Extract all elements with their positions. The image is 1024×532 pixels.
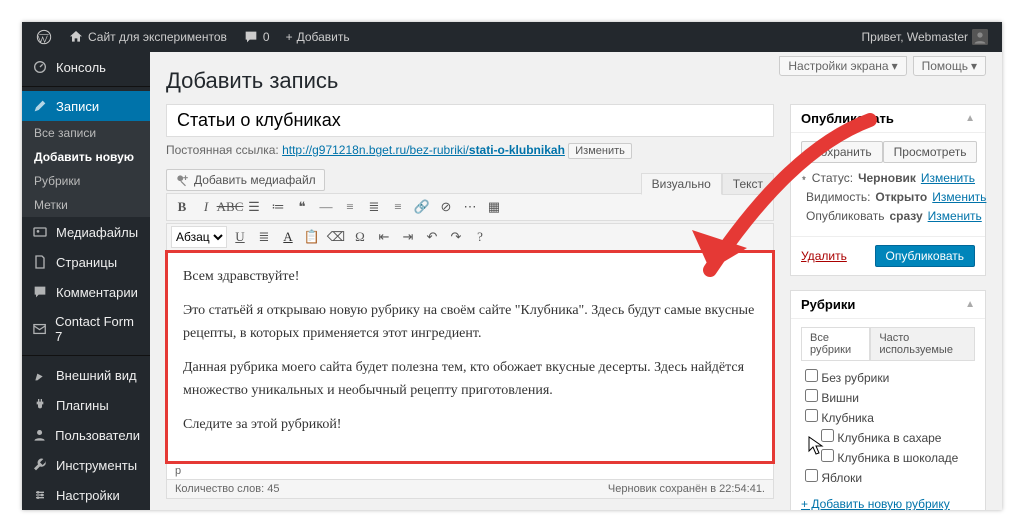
publish-button[interactable]: Опубликовать	[875, 245, 975, 267]
bold-button[interactable]: B	[171, 196, 193, 218]
align-left-button[interactable]: ≡	[339, 196, 361, 218]
help-button[interactable]: ?	[469, 226, 491, 248]
tab-visual[interactable]: Визуально	[641, 173, 722, 195]
more-button[interactable]: ⋯	[459, 196, 481, 218]
menu-posts[interactable]: Записи	[22, 91, 150, 121]
menu-contact-form[interactable]: Contact Form 7	[22, 307, 150, 351]
publish-box: Опубликовать▲ Сохранить Просмотреть Стат…	[790, 104, 986, 276]
permalink-link[interactable]: http://g971218n.bget.ru/bez-rubriki/stat…	[282, 143, 565, 157]
strike-button[interactable]: ABC	[219, 196, 241, 218]
menu-pages[interactable]: Страницы	[22, 247, 150, 277]
visibility-line: Видимость: Открыто Изменить	[801, 190, 975, 204]
cat-uncategorized[interactable]: Без рубрики	[805, 367, 971, 387]
underline-button[interactable]: U	[229, 226, 251, 248]
link-button[interactable]: 🔗	[411, 196, 433, 218]
admin-sidebar: Консоль Записи Все записи Добавить новую…	[22, 52, 150, 510]
menu-console[interactable]: Консоль	[22, 52, 150, 82]
text-color-button[interactable]: A	[277, 226, 299, 248]
help-toggle[interactable]: Помощь ▾	[913, 56, 986, 76]
post-content-editor[interactable]: Всем здравствуйте! Это статьёй я открыва…	[166, 251, 774, 463]
menu-plugins[interactable]: Плагины	[22, 390, 150, 420]
unlink-button[interactable]: ⊘	[435, 196, 457, 218]
publish-box-header[interactable]: Опубликовать▲	[791, 105, 985, 133]
categories-box: Рубрики▲ Все рубрики Часто используемые …	[790, 290, 986, 510]
add-media-button[interactable]: Добавить медиафайл	[166, 169, 325, 191]
edit-slug-button[interactable]: Изменить	[568, 143, 632, 159]
screen-options-toggle[interactable]: Настройки экрана ▾	[779, 56, 906, 76]
site-link[interactable]: Сайт для экспериментов	[62, 29, 233, 45]
italic-button[interactable]: I	[195, 196, 217, 218]
cursor-icon	[808, 436, 824, 456]
quote-button[interactable]: ❝	[291, 196, 313, 218]
align-center-button[interactable]: ≣	[363, 196, 385, 218]
outdent-button[interactable]: ⇤	[373, 226, 395, 248]
status-line: Статус: Черновик Изменить	[801, 171, 975, 185]
admin-toolbar: Сайт для экспериментов 0 + Добавить Прив…	[22, 22, 1002, 52]
editor-status: Количество слов: 45 Черновик сохранён в …	[166, 480, 774, 499]
special-char-button[interactable]: Ω	[349, 226, 371, 248]
paste-text-button[interactable]: 📋	[301, 226, 323, 248]
greeting[interactable]: Привет, Webmaster	[856, 29, 994, 45]
submenu-tags[interactable]: Метки	[22, 193, 150, 217]
tab-text[interactable]: Текст	[722, 173, 774, 195]
editor-toolbar-1: B I ABC ☰ ≔ ❝ — ≡ ≣ ≡ 🔗 ⊘ ⋯	[166, 193, 774, 221]
format-select[interactable]: Абзац	[171, 226, 227, 248]
align-right-button[interactable]: ≡	[387, 196, 409, 218]
cat-strawberry-chocolate[interactable]: Клубника в шоколаде	[821, 447, 971, 467]
submenu-add-post[interactable]: Добавить новую	[22, 145, 150, 169]
undo-button[interactable]: ↶	[421, 226, 443, 248]
save-draft-button[interactable]: Сохранить	[801, 141, 883, 163]
add-new-link[interactable]: + Добавить	[280, 30, 356, 44]
toolbar-toggle-button[interactable]: ▦	[483, 196, 505, 218]
comments-link[interactable]: 0	[237, 29, 276, 45]
menu-comments[interactable]: Комментарии	[22, 277, 150, 307]
categories-box-header[interactable]: Рубрики▲	[791, 291, 985, 319]
cat-cherries[interactable]: Вишни	[805, 387, 971, 407]
edit-visibility-link[interactable]: Изменить	[932, 190, 986, 204]
cat-strawberry[interactable]: Клубника	[805, 407, 971, 427]
delete-link[interactable]: Удалить	[801, 249, 847, 263]
bullet-list-button[interactable]: ☰	[243, 196, 265, 218]
menu-settings[interactable]: Настройки	[22, 480, 150, 510]
menu-users[interactable]: Пользователи	[22, 420, 150, 450]
menu-media[interactable]: Медиафайлы	[22, 217, 150, 247]
redo-button[interactable]: ↷	[445, 226, 467, 248]
numbered-list-button[interactable]: ≔	[267, 196, 289, 218]
editor-toolbar-2: Абзац U ≣ A 📋 ⌫ Ω ⇤ ⇥ ↶ ↷ ?	[166, 223, 774, 251]
cat-tab-popular[interactable]: Часто используемые	[870, 327, 975, 360]
submenu-categories[interactable]: Рубрики	[22, 169, 150, 193]
post-title-input[interactable]	[166, 104, 774, 137]
clear-format-button[interactable]: ⌫	[325, 226, 347, 248]
schedule-line: Опубликовать сразу Изменить	[801, 209, 975, 223]
editor-path: p	[166, 463, 774, 480]
cat-strawberry-sugar[interactable]: Клубника в сахаре	[821, 427, 971, 447]
edit-status-link[interactable]: Изменить	[921, 171, 975, 185]
hr-button[interactable]: —	[315, 196, 337, 218]
indent-button[interactable]: ⇥	[397, 226, 419, 248]
cat-tab-all[interactable]: Все рубрики	[801, 327, 870, 360]
edit-schedule-link[interactable]: Изменить	[928, 209, 982, 223]
wp-logo[interactable]	[30, 29, 58, 45]
cat-apples[interactable]: Яблоки	[805, 467, 971, 487]
menu-tools[interactable]: Инструменты	[22, 450, 150, 480]
menu-appearance[interactable]: Внешний вид	[22, 360, 150, 390]
preview-button[interactable]: Просмотреть	[883, 141, 978, 163]
submenu-all-posts[interactable]: Все записи	[22, 121, 150, 145]
permalink-row: Постоянная ссылка: http://g971218n.bget.…	[166, 143, 774, 159]
justify-button[interactable]: ≣	[253, 226, 275, 248]
add-category-link[interactable]: + Добавить новую рубрику	[801, 493, 950, 510]
pin-icon	[801, 172, 807, 184]
